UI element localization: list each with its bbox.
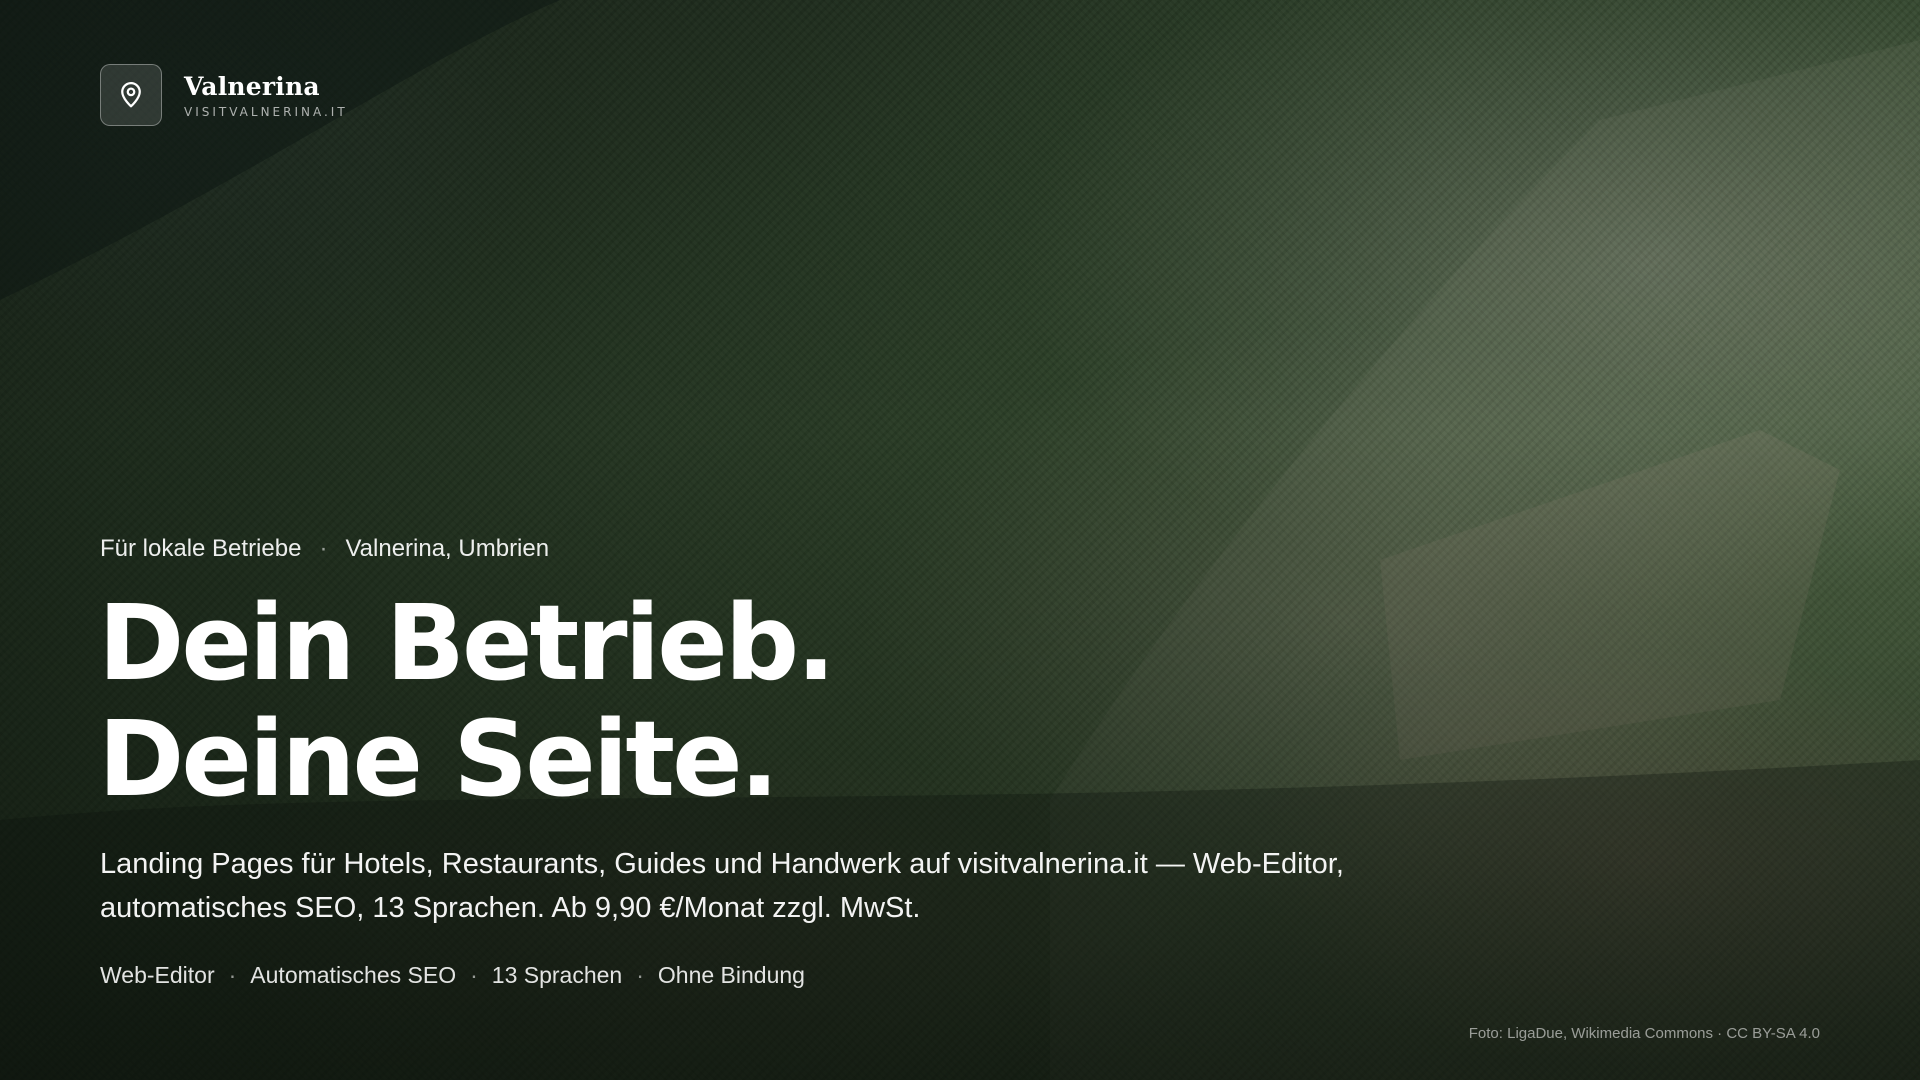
feature-separator: ·	[228, 962, 237, 988]
eyebrow-audience: Für lokale Betriebe	[100, 535, 302, 562]
feature-separator: ·	[636, 962, 644, 988]
eyebrow-region: Valnerina, Umbrien	[345, 535, 550, 562]
brand-url: VISITVALNERINA.IT	[184, 104, 348, 119]
feature-item: Ohne Bindung	[657, 962, 805, 988]
feature-item: Automatisches SEO	[250, 962, 457, 988]
brand-name: Valnerina	[184, 71, 320, 101]
headline-line-1: Dein Betrieb.	[98, 582, 836, 704]
feature-item: Web-Editor	[100, 962, 215, 988]
brand-text: Valnerina VISITVALNERINA.IT	[184, 72, 348, 119]
photo-credit: Foto: LigaDue, Wikimedia Commons · CC BY…	[1468, 1025, 1820, 1042]
brand-logo-link[interactable]: Valnerina VISITVALNERINA.IT	[100, 64, 348, 126]
hero-section: Valnerina VISITVALNERINA.IT Für lokale B…	[0, 0, 1920, 1080]
headline-line-2: Deine Seite.	[98, 698, 779, 820]
hero-eyebrow: Für lokale Betriebe · Valnerina, Umbrien	[100, 535, 549, 563]
hero-headline: Dein Betrieb. Deine Seite.	[98, 582, 836, 820]
eyebrow-separator: ·	[319, 535, 328, 562]
feature-list: Web-Editor · Automatisches SEO · 13 Spra…	[100, 962, 805, 989]
feature-separator: ·	[470, 962, 478, 988]
feature-item: 13 Sprachen	[491, 962, 623, 988]
map-pin-icon	[100, 64, 162, 126]
hero-description: Landing Pages für Hotels, Restaurants, G…	[100, 848, 1344, 924]
